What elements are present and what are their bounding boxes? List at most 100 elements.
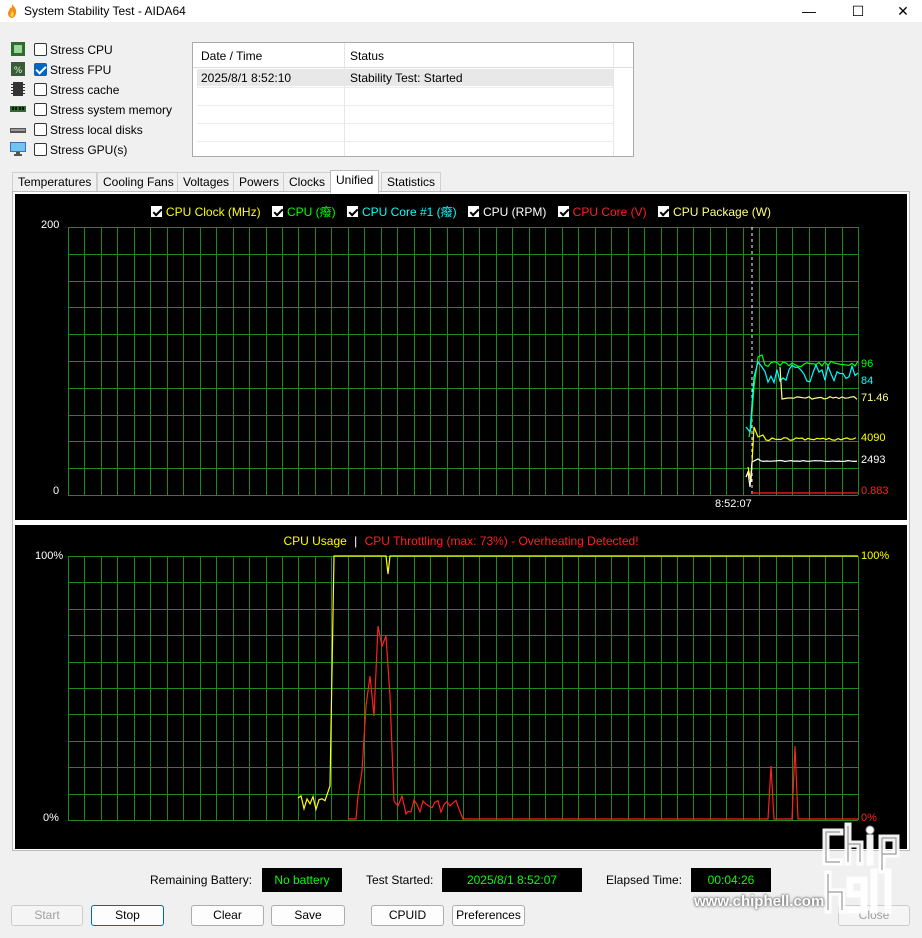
legend-cpu-clock[interactable]: CPU Clock (MHz) [150, 205, 261, 219]
legend-label: CPU (癈) [286, 205, 336, 219]
tab-clocks[interactable]: Clocks [283, 172, 332, 192]
tab-powers[interactable]: Powers [233, 172, 286, 192]
value-label-core1-temp: 84 [861, 375, 874, 387]
legend-cpu-rpm[interactable]: CPU (RPM) [468, 205, 546, 219]
legend-cpu-package-power[interactable]: CPU Package (W) [658, 205, 771, 219]
window-title: System Stability Test - AIDA64 [24, 4, 186, 18]
minimize-button[interactable]: — [786, 0, 832, 22]
legend-checkbox[interactable] [150, 206, 162, 217]
stress-memory-checkbox[interactable] [34, 103, 47, 116]
unified-legend: CPU Clock (MHz) CPU (癈) CPU Core #1 (癈) … [15, 203, 907, 220]
stress-fpu-label: Stress FPU [50, 63, 112, 77]
legend-cpu-temp[interactable]: CPU (癈) [271, 203, 336, 220]
elapsed-time-label: Elapsed Time: [606, 873, 683, 887]
stress-cpu-option[interactable]: Stress CPU [10, 41, 190, 59]
series-cpu-throttling [348, 625, 858, 820]
legend-checkbox[interactable] [346, 206, 358, 217]
log-column-divider [613, 43, 614, 156]
value-label-package-power: 71.46 [861, 392, 889, 404]
legend-checkbox[interactable] [557, 206, 569, 217]
legend-checkbox[interactable] [271, 206, 283, 217]
series-cpu-temp [748, 354, 859, 438]
chiphell-logo-watermark [822, 822, 900, 914]
stress-disks-option[interactable]: Stress local disks [10, 121, 190, 139]
aida64-flame-icon [8, 4, 17, 18]
tab-temperatures[interactable]: Temperatures [12, 172, 98, 192]
stress-cache-label: Stress cache [50, 83, 120, 97]
tab-cooling-fans[interactable]: Cooling Fans [97, 172, 180, 192]
watermark-url: www.chiphell.com [694, 893, 825, 910]
legend-label: CPU Clock (MHz) [165, 205, 261, 219]
usage-title-separator: | [354, 534, 358, 548]
clear-button[interactable]: Clear [191, 905, 264, 926]
stress-disks-label: Stress local disks [50, 123, 143, 137]
stress-gpu-checkbox[interactable] [34, 143, 47, 156]
grid-lines [68, 556, 859, 821]
cache-chip-icon [11, 82, 25, 96]
log-row[interactable]: 2025/8/1 8:52:10 Stability Test: Started [197, 69, 613, 86]
y-axis-max-label: 200 [41, 219, 60, 231]
save-button[interactable]: Save [271, 905, 345, 926]
stress-cache-option[interactable]: Stress cache [10, 81, 190, 99]
start-button[interactable]: Start [11, 905, 83, 926]
time-marker-label: 8:52:07 [715, 498, 752, 510]
log-header-datetime[interactable]: Date / Time [201, 49, 262, 63]
monitor-icon [10, 142, 26, 156]
log-header-status[interactable]: Status [350, 49, 384, 63]
stress-fpu-checkbox[interactable] [34, 63, 47, 76]
log-column-divider [344, 43, 345, 156]
usage-title: CPU Usage [283, 534, 347, 548]
log-row-status: Stability Test: Started [350, 71, 463, 85]
stress-memory-label: Stress system memory [50, 103, 173, 117]
preferences-button[interactable]: Preferences [452, 905, 525, 926]
status-log-list[interactable]: Date / Time Status 2025/8/1 8:52:10 Stab… [192, 42, 634, 157]
stress-gpu-label: Stress GPU(s) [50, 143, 128, 157]
tab-unified[interactable]: Unified [330, 170, 380, 193]
value-label-cpu-rpm: 2493 [861, 454, 886, 466]
battery-label: Remaining Battery: [150, 873, 253, 887]
test-started-value: 2025/8/1 8:52:07 [442, 868, 582, 892]
stress-fpu-option[interactable]: % Stress FPU [10, 61, 190, 79]
unified-plot-area [68, 227, 859, 496]
current-usage-label: 100% [861, 550, 890, 562]
log-divider [197, 141, 613, 142]
test-started-label: Test Started: [366, 873, 434, 887]
title-bar: System Stability Test - AIDA64 — ☐ ✕ [0, 0, 922, 22]
disk-drive-icon [10, 128, 26, 133]
stress-cpu-label: Stress CPU [50, 43, 113, 57]
legend-checkbox[interactable] [658, 206, 670, 217]
stress-disks-checkbox[interactable] [34, 123, 47, 136]
grid-lines [68, 227, 859, 496]
stress-gpu-option[interactable]: Stress GPU(s) [10, 141, 190, 159]
cpu-chip-icon [11, 42, 25, 56]
close-window-button[interactable]: ✕ [880, 0, 922, 22]
unified-tab-panel: CPU Clock (MHz) CPU (癈) CPU Core #1 (癈) … [12, 191, 910, 851]
legend-label: CPU (RPM) [483, 205, 547, 219]
value-label-core-voltage: 0.883 [861, 485, 889, 497]
usage-plot-area [68, 555, 859, 821]
legend-label: CPU Core (V) [572, 205, 647, 219]
usage-y-max-label: 100% [35, 550, 64, 562]
y-axis-min-label: 0 [53, 485, 60, 497]
stop-button[interactable]: Stop [91, 905, 164, 926]
svg-text:%: % [14, 66, 23, 76]
stress-memory-option[interactable]: Stress system memory [10, 101, 190, 119]
log-header: Date / Time Status [193, 43, 633, 68]
legend-checkbox[interactable] [468, 206, 479, 217]
stress-cache-checkbox[interactable] [34, 83, 47, 96]
log-divider [197, 87, 613, 88]
log-divider [197, 105, 613, 106]
fpu-percent-icon: % [11, 62, 25, 76]
usage-legend: CPU Usage | CPU Throttling (max: 73%) - … [15, 534, 907, 548]
stress-cpu-checkbox[interactable] [34, 43, 47, 56]
throttle-title: CPU Throttling (max: 73%) - Overheating … [364, 534, 639, 548]
legend-cpu-core-voltage[interactable]: CPU Core (V) [557, 205, 647, 219]
tab-voltages[interactable]: Voltages [177, 172, 236, 192]
tab-statistics[interactable]: Statistics [381, 172, 442, 192]
cpuid-button[interactable]: CPUID [371, 905, 444, 926]
series-cpu-rpm [745, 458, 858, 488]
log-divider [197, 123, 613, 124]
legend-cpu-core1-temp[interactable]: CPU Core #1 (癈) [346, 203, 457, 220]
maximize-button[interactable]: ☐ [835, 0, 881, 22]
unified-sensor-graph: CPU Clock (MHz) CPU (癈) CPU Core #1 (癈) … [15, 194, 907, 520]
